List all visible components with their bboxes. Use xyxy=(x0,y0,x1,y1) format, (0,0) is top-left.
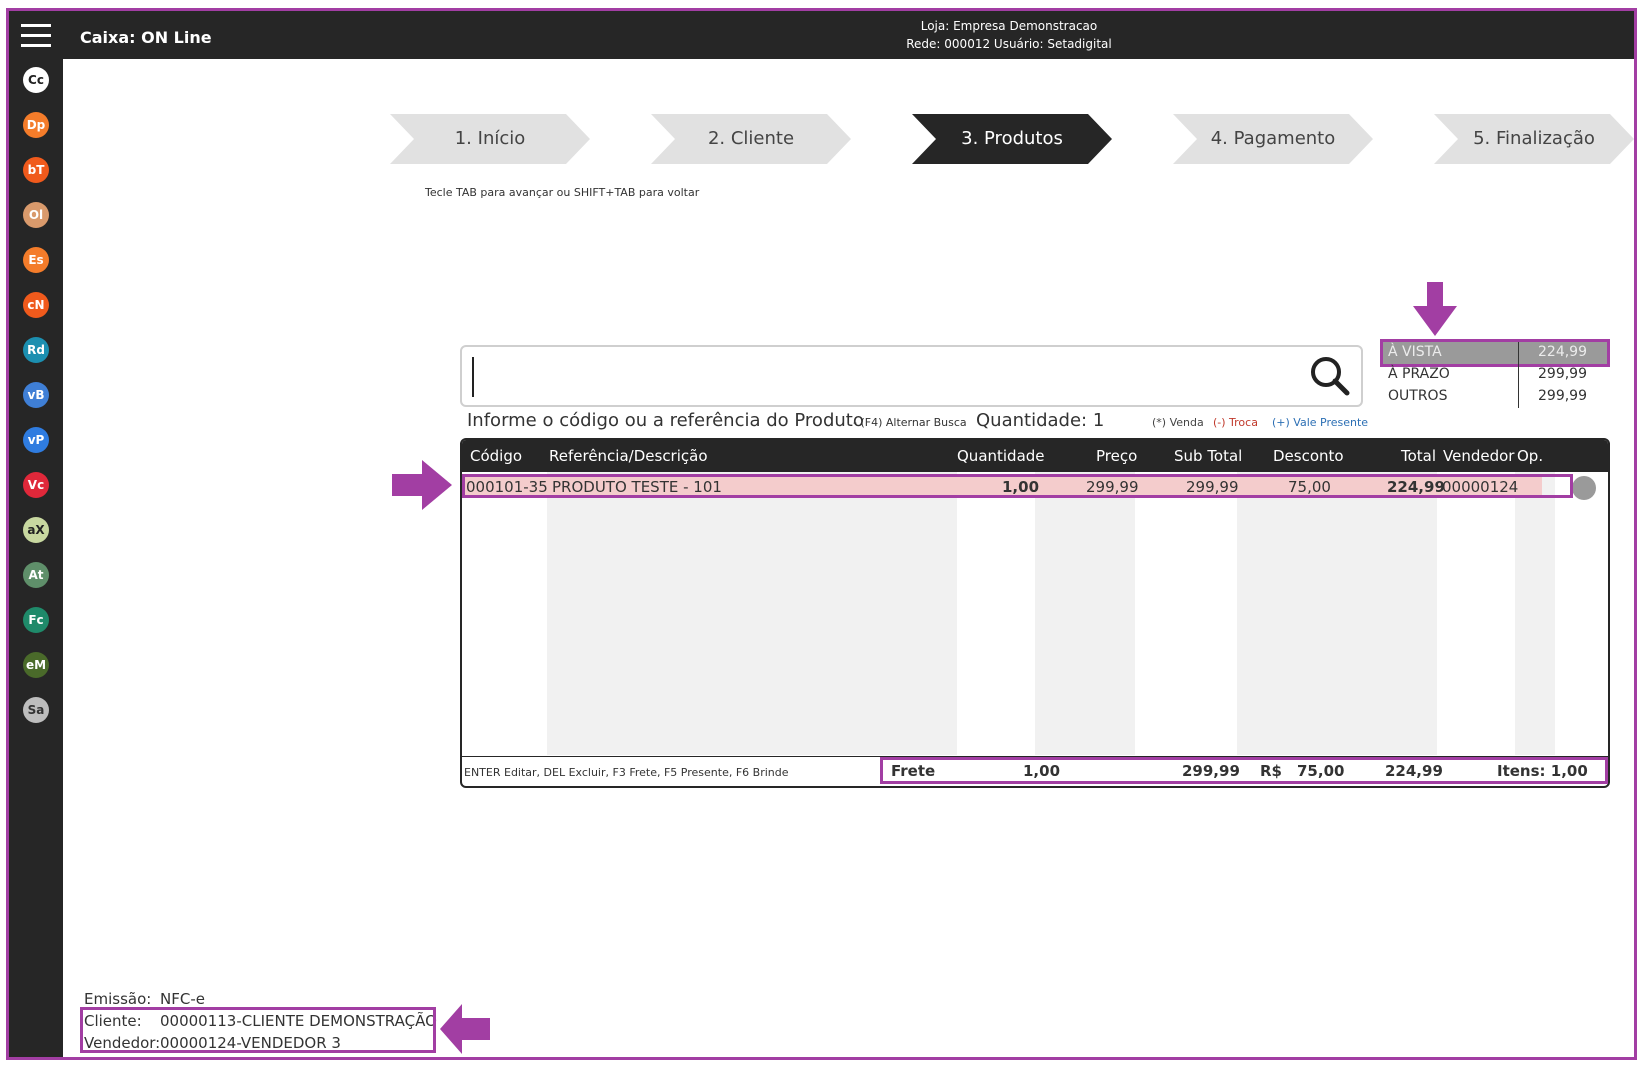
annotation-frame xyxy=(6,8,1637,1060)
